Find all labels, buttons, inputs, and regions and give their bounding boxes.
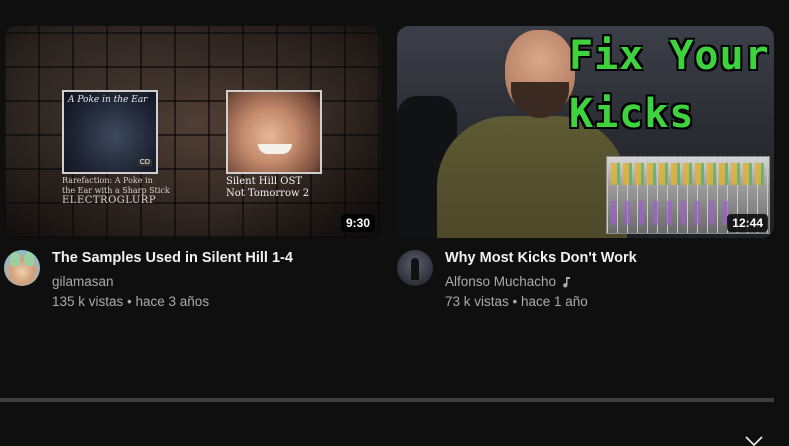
caption-line: Rarefaction: A Poke in [62, 176, 153, 185]
album-art-right [226, 90, 322, 174]
daw-mixer [611, 163, 765, 185]
channel-name-text: Alfonso Muchacho [445, 274, 557, 289]
music-note-icon [562, 276, 572, 288]
video-info: The Samples Used in Silent Hill 1-4 gila… [52, 250, 381, 312]
duration-badge: 9:30 [340, 214, 375, 232]
avatar-ear [10, 252, 20, 266]
face-art [258, 144, 292, 154]
channel-name-text: gilamasan [52, 274, 114, 289]
album-art-title: A Poke in the Ear [68, 95, 148, 105]
caption-line: ELECTROGLURP [62, 195, 157, 206]
video-grid-page: A Poke in the Ear CD Rarefaction: A Poke… [0, 0, 789, 446]
duration-badge: 12:44 [727, 214, 768, 232]
section-divider [0, 398, 774, 402]
chevron-down-icon[interactable] [744, 434, 764, 446]
video-title[interactable]: The Samples Used in Silent Hill 1-4 [52, 248, 381, 268]
cd-badge: CD [137, 159, 152, 166]
video-card[interactable]: A Poke in the Ear CD Rarefaction: A Poke… [4, 26, 381, 320]
video-meta: The Samples Used in Silent Hill 1-4 gila… [4, 250, 381, 320]
album-art-left: A Poke in the Ear CD [62, 90, 158, 174]
caption-line: Not Tomorrow 2 [226, 188, 310, 199]
daw-piano-roll [611, 201, 729, 225]
video-info: Why Most Kicks Don't Work Alfonso Muchac… [445, 250, 774, 312]
video-stats: 135 k vistas • hace 3 años [52, 294, 210, 309]
avatar-ear [24, 252, 34, 266]
person-beard [511, 82, 569, 118]
channel-avatar[interactable] [397, 250, 433, 286]
channel-name[interactable]: gilamasan [52, 272, 381, 292]
video-thumbnail[interactable]: A Poke in the Ear CD Rarefaction: A Poke… [4, 26, 381, 238]
thumbnail-overlay-text: Fix Your [569, 33, 770, 79]
video-thumbnail[interactable]: Fix Your Kicks 12:44 [397, 26, 774, 238]
thumbnail-overlay-text: Kicks [569, 91, 695, 137]
video-title[interactable]: Why Most Kicks Don't Work [445, 248, 774, 268]
album-caption-right: Silent Hill OST Not Tomorrow 2 [226, 176, 309, 200]
channel-avatar[interactable] [4, 250, 40, 286]
caption-line: Silent Hill OST [226, 176, 303, 187]
video-meta: Why Most Kicks Don't Work Alfonso Muchac… [397, 250, 774, 320]
album-caption-left: Rarefaction: A Poke in the Ear with a Sh… [62, 176, 172, 206]
avatar-figure [411, 258, 419, 280]
video-card[interactable]: Fix Your Kicks 12:44 Why Most Kicks Don'… [397, 26, 774, 320]
video-stats: 73 k vistas • hace 1 año [445, 294, 588, 309]
channel-name[interactable]: Alfonso Muchacho [445, 272, 774, 292]
